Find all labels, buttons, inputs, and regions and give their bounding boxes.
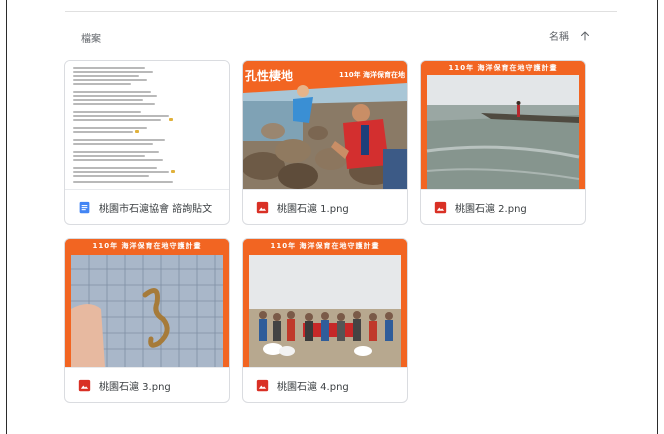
image-thumbnail: 孔性棲地 110年 海洋保育在地 bbox=[243, 61, 407, 189]
banner-text-right: 110年 海洋保育在地 bbox=[339, 71, 406, 79]
file-card-footer: 桃園市石滬協會 諮詢貼文 bbox=[65, 189, 229, 224]
docs-icon bbox=[79, 201, 90, 214]
project-banner: 110年 海洋保育在地守護計畫 bbox=[421, 61, 585, 75]
file-card-image[interactable]: 110年 海洋保育在地守護計畫 桃園石滬 4.png bbox=[242, 238, 408, 403]
file-name: 桃園石滬 3.png bbox=[99, 382, 171, 393]
project-banner: 110年 海洋保育在地守護計畫 bbox=[243, 239, 407, 253]
files-section-label: 檔案 bbox=[81, 34, 101, 45]
file-card-document[interactable]: 桃園市石滬協會 諮詢貼文 bbox=[64, 60, 230, 225]
file-name: 桃園市石滬協會 諮詢貼文 bbox=[99, 204, 213, 215]
image-thumbnail: 110年 海洋保育在地守護計畫 bbox=[243, 239, 407, 367]
image-thumbnail: 110年 海洋保育在地守護計畫 bbox=[421, 61, 585, 189]
sort-label: 名稱 bbox=[549, 32, 569, 43]
document-thumbnail bbox=[65, 61, 229, 189]
sort-by-name-button[interactable]: 名稱 bbox=[549, 28, 591, 43]
drive-folder-view: 檔案 名稱 桃園市石滬協會 諮詢貼文 孔性棲地 110年 海洋保育在地 桃園石滬… bbox=[6, 0, 658, 434]
image-icon bbox=[256, 201, 269, 214]
divider bbox=[65, 11, 617, 12]
file-card-footer: 桃園石滬 4.png bbox=[243, 367, 407, 402]
image-icon bbox=[434, 201, 447, 214]
file-card-footer: 桃園石滬 3.png bbox=[65, 367, 229, 402]
banner-text-left: 孔性棲地 bbox=[245, 69, 294, 83]
file-name: 桃園石滬 1.png bbox=[277, 204, 349, 215]
file-card-image[interactable]: 孔性棲地 110年 海洋保育在地 桃園石滬 1.png bbox=[242, 60, 408, 225]
file-card-image[interactable]: 110年 海洋保育在地守護計畫 桃園石滬 2.png bbox=[420, 60, 586, 225]
file-card-footer: 桃園石滬 2.png bbox=[421, 189, 585, 224]
file-list-header: 檔案 名稱 bbox=[81, 30, 591, 48]
file-card-image[interactable]: 110年 海洋保育在地守護計畫 桃園石滬 3.png bbox=[64, 238, 230, 403]
project-banner: 110年 海洋保育在地守護計畫 bbox=[65, 239, 229, 253]
file-name: 桃園石滬 2.png bbox=[455, 204, 527, 215]
image-icon bbox=[256, 379, 269, 392]
file-name: 桃園石滬 4.png bbox=[277, 382, 349, 393]
file-card-footer: 桃園石滬 1.png bbox=[243, 189, 407, 224]
arrow-up-icon[interactable] bbox=[579, 30, 591, 42]
image-icon bbox=[78, 379, 91, 392]
image-thumbnail: 110年 海洋保育在地守護計畫 bbox=[65, 239, 229, 367]
